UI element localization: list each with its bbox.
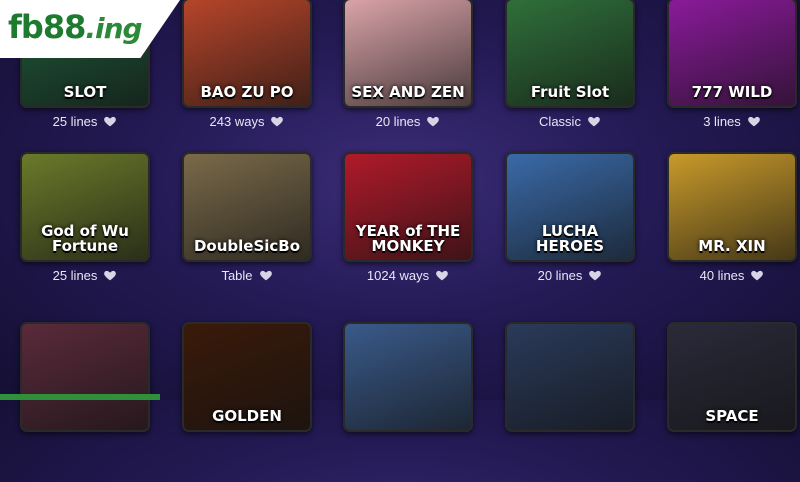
game-lines-label: Classic	[539, 113, 581, 129]
logo-part-2: .ing	[85, 12, 142, 45]
heart-icon[interactable]	[750, 268, 764, 282]
game-meta: 40 lines	[667, 267, 797, 283]
game-title: GOLDEN	[212, 407, 282, 425]
game-meta: 20 lines	[343, 113, 473, 129]
game-lines-label: 25 lines	[52, 267, 98, 283]
game-thumbnail[interactable]	[20, 322, 150, 432]
game-title: SEX AND ZEN	[351, 83, 465, 101]
game-title: Fruit Slot	[530, 83, 610, 101]
heart-icon[interactable]	[747, 114, 761, 128]
game-meta: 243 ways	[182, 113, 312, 129]
game-tile[interactable]: God of Wu Fortune 25 lines	[20, 152, 150, 312]
game-tile[interactable]: Fruit Slot Classic	[505, 0, 635, 158]
heart-icon[interactable]	[588, 268, 602, 282]
game-tile[interactable]: 777 WILD 3 lines	[667, 0, 797, 158]
game-title: SPACE	[705, 407, 759, 425]
game-lines-label: 243 ways	[209, 113, 265, 129]
game-thumbnail[interactable]: GOLDEN	[182, 322, 312, 432]
game-tile[interactable]: SEX AND ZEN 20 lines	[343, 0, 473, 158]
heart-icon[interactable]	[435, 268, 449, 282]
game-tile[interactable]: MR. XIN 40 lines	[667, 152, 797, 312]
game-thumbnail[interactable]: SPACE	[667, 322, 797, 432]
game-lines-label: 20 lines	[375, 113, 421, 129]
game-thumbnail[interactable]: LUCHA HEROES	[505, 152, 635, 262]
game-thumbnail[interactable]: 777 WILD	[667, 0, 797, 108]
game-lines-label: 40 lines	[699, 267, 745, 283]
game-thumbnail[interactable]	[505, 322, 635, 432]
game-thumbnail[interactable]: God of Wu Fortune	[20, 152, 150, 262]
game-tile[interactable]	[20, 322, 150, 482]
game-tile[interactable]	[343, 322, 473, 482]
game-title: 777 WILD	[691, 83, 773, 101]
game-meta: Table	[182, 267, 312, 283]
game-tile[interactable]: YEAR of THE MONKEY 1024 ways	[343, 152, 473, 312]
game-meta: 3 lines	[667, 113, 797, 129]
game-title: MR. XIN	[698, 237, 766, 255]
game-grid: SLOT 25 lines BAO ZU PO 243 ways SEX AND ZEN…	[0, 0, 800, 432]
game-meta: Classic	[505, 113, 635, 129]
game-tile[interactable]: GOLDEN	[182, 322, 312, 482]
game-lines-label: Table	[221, 267, 253, 283]
logo-accent-bar	[0, 394, 160, 400]
game-thumbnail[interactable]: SEX AND ZEN	[343, 0, 473, 108]
heart-icon[interactable]	[270, 114, 284, 128]
logo-part-1: fb88	[8, 8, 86, 46]
game-meta: 25 lines	[20, 267, 150, 283]
game-meta: 20 lines	[505, 267, 635, 283]
game-title: God of Wu Fortune	[41, 222, 129, 255]
game-title: DoubleSicBo	[193, 237, 301, 255]
game-thumbnail[interactable]: MR. XIN	[667, 152, 797, 262]
game-thumbnail[interactable]: YEAR of THE MONKEY	[343, 152, 473, 262]
game-tile[interactable]: SPACE	[667, 322, 797, 482]
heart-icon[interactable]	[103, 114, 117, 128]
heart-icon[interactable]	[103, 268, 117, 282]
game-title: LUCHA HEROES	[535, 222, 605, 255]
game-thumbnail[interactable]: DoubleSicBo	[182, 152, 312, 262]
game-title: BAO ZU PO	[200, 83, 294, 101]
game-title: SLOT	[63, 83, 107, 101]
heart-icon[interactable]	[587, 114, 601, 128]
game-meta: 1024 ways	[343, 267, 473, 283]
game-tile[interactable]: LUCHA HEROES 20 lines	[505, 152, 635, 312]
game-tile[interactable]: BAO ZU PO 243 ways	[182, 0, 312, 158]
game-lines-label: 1024 ways	[366, 267, 430, 283]
game-lines-label: 25 lines	[52, 113, 98, 129]
game-meta: 25 lines	[20, 113, 150, 129]
game-lines-label: 3 lines	[703, 113, 741, 129]
heart-icon[interactable]	[426, 114, 440, 128]
game-tile[interactable]: DoubleSicBo Table	[182, 152, 312, 312]
game-thumbnail[interactable]	[343, 322, 473, 432]
game-title: YEAR of THE MONKEY	[355, 222, 461, 255]
game-thumbnail[interactable]: BAO ZU PO	[182, 0, 312, 108]
game-thumbnail[interactable]: Fruit Slot	[505, 0, 635, 108]
game-lines-label: 20 lines	[537, 267, 583, 283]
heart-icon[interactable]	[259, 268, 273, 282]
game-tile[interactable]	[505, 322, 635, 482]
